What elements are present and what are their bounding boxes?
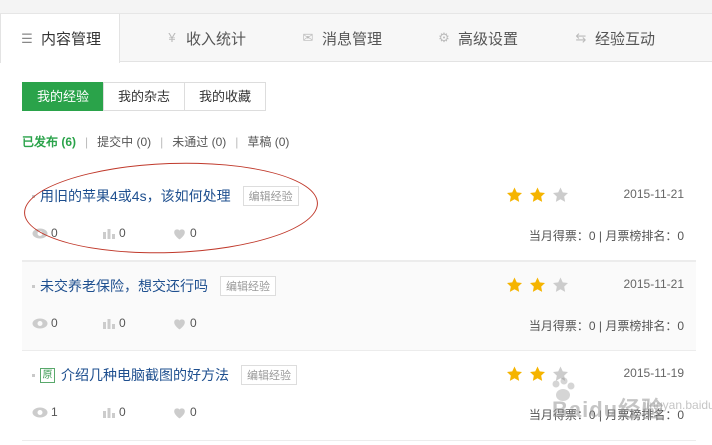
- filter-published[interactable]: 已发布 (6): [22, 133, 76, 150]
- experience-title-link[interactable]: 用旧的苹果4或4s，该如何处理: [40, 186, 231, 206]
- eye-icon: [32, 407, 48, 417]
- baidu-watermark: Baidu经验 jingyan.baidu.com: [548, 376, 712, 436]
- edit-experience-button[interactable]: 编辑经验: [241, 365, 297, 385]
- bullet: [32, 284, 35, 288]
- vote-count: 0: [119, 405, 126, 419]
- divider: |: [160, 134, 164, 149]
- monthly-vote-summary: 当月得票：0 | 月票榜排名：0: [528, 229, 684, 243]
- sub-tab-bar: 我的经验 我的杂志 我的收藏: [22, 82, 267, 111]
- star-filled-icon: [530, 277, 545, 292]
- star-empty-icon: [553, 187, 568, 202]
- heart-icon: [174, 407, 185, 418]
- star-filled-icon: [530, 187, 545, 202]
- list-icon: ☰: [21, 30, 33, 46]
- experience-title-link[interactable]: 未交养老保险，想交还行吗: [40, 276, 208, 296]
- like-count: 0: [190, 405, 197, 419]
- star-filled-icon: [507, 187, 522, 202]
- view-count: 0: [51, 316, 58, 330]
- tab-content-management[interactable]: ☰ 内容管理: [0, 14, 121, 63]
- star-filled-icon: [507, 366, 522, 381]
- monthly-vote-summary: 当月得票：0 | 月票榜排名：0: [528, 319, 684, 333]
- watermark-subtext: jingyan.baidu.com: [644, 398, 712, 412]
- vote-count: 0: [119, 226, 126, 240]
- edit-experience-button[interactable]: 编辑经验: [242, 186, 299, 206]
- main-tab-bar: ☰ 内容管理 ¥ 收入统计 ✉ 消息管理 ⚙ 高级设置 ⇆ 经验互动: [0, 14, 712, 63]
- gear-icon: ⚙: [438, 30, 450, 45]
- subtab-my-experience[interactable]: 我的经验: [22, 82, 105, 111]
- heart-icon: [174, 318, 185, 329]
- tab-experience-interaction[interactable]: ⇆ 经验互动: [573, 14, 655, 62]
- envelope-icon: ✉: [302, 30, 314, 45]
- view-count: 1: [51, 405, 58, 419]
- eye-icon: [32, 318, 48, 328]
- star-filled-icon: [507, 277, 522, 292]
- experience-title-link[interactable]: 介绍几种电脑截图的好方法: [61, 365, 229, 385]
- tab-label: 高级设置: [458, 30, 519, 48]
- item-stats: 0 0 0: [32, 226, 242, 240]
- list-item: 未交养老保险，想交还行吗 编辑经验 2015-11-21 0 0 0 当月得票：…: [22, 261, 696, 351]
- list-item: 用旧的苹果4或4s，该如何处理 编辑经验 2015-11-21 0 0 0 当月…: [22, 172, 696, 261]
- divider: |: [235, 134, 239, 149]
- bullet: [32, 373, 35, 377]
- publish-date: 2015-11-21: [623, 277, 685, 291]
- original-badge: 原: [40, 367, 55, 383]
- eye-icon: [32, 228, 48, 238]
- view-count: 0: [51, 226, 58, 240]
- subtab-my-magazine[interactable]: 我的杂志: [103, 82, 186, 111]
- like-count: 0: [190, 316, 197, 330]
- publish-date: 2015-11-21: [623, 187, 685, 201]
- bullet: [32, 194, 35, 198]
- bar-chart-icon: [103, 318, 115, 329]
- rating-stars: [505, 276, 574, 294]
- bar-chart-icon: [103, 407, 115, 418]
- tab-label: 内容管理: [41, 31, 102, 48]
- vote-count: 0: [119, 316, 126, 330]
- status-filter-bar: 已发布 (6) | 提交中 (0) | 未通过 (0) | 草稿 (0): [22, 133, 289, 150]
- item-stats: 1 0 0: [32, 405, 242, 419]
- divider: |: [85, 134, 89, 149]
- rating-stars: [505, 186, 574, 204]
- heart-icon: [174, 228, 185, 239]
- star-filled-icon: [530, 366, 545, 381]
- tab-label: 消息管理: [322, 30, 383, 48]
- star-empty-icon: [553, 277, 568, 292]
- tab-message-management[interactable]: ✉ 消息管理: [300, 14, 382, 62]
- filter-rejected[interactable]: 未通过 (0): [172, 133, 226, 150]
- edit-experience-button[interactable]: 编辑经验: [220, 276, 276, 296]
- item-stats: 0 0 0: [32, 316, 242, 330]
- subtab-my-favorites[interactable]: 我的收藏: [184, 82, 267, 111]
- tab-label: 收入统计: [186, 30, 247, 48]
- yen-icon: ¥: [168, 30, 176, 45]
- tab-income-stats[interactable]: ¥ 收入统计: [164, 14, 246, 62]
- tab-label: 经验互动: [595, 30, 656, 48]
- top-strip: [0, 0, 712, 14]
- like-count: 0: [190, 226, 197, 240]
- bar-chart-icon: [103, 228, 115, 239]
- filter-drafts[interactable]: 草稿 (0): [247, 133, 289, 150]
- swap-icon: ⇆: [575, 30, 587, 45]
- tab-advanced-settings[interactable]: ⚙ 高级设置: [436, 14, 518, 62]
- filter-submitting[interactable]: 提交中 (0): [97, 133, 151, 150]
